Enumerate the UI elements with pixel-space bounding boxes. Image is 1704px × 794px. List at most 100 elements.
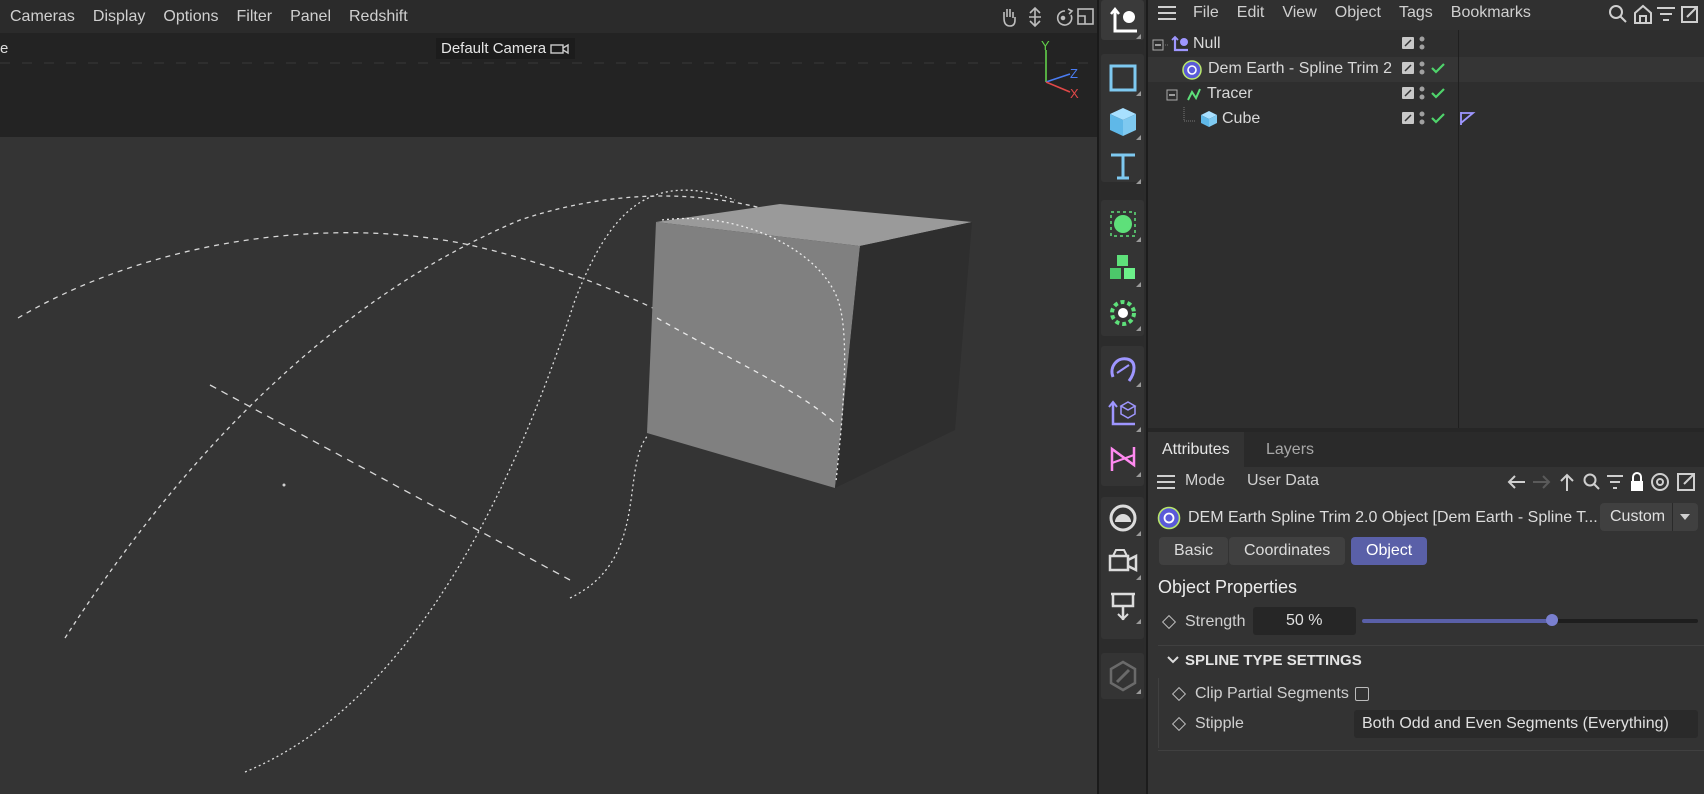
attribute-manager-tabs: Attributes Layers [1148,432,1704,467]
cube-mesh[interactable] [647,204,972,488]
text-t-icon [1110,153,1135,179]
menu-file[interactable]: File [1184,4,1228,22]
environment-tool[interactable] [1102,497,1143,538]
chevron-down-icon [1680,514,1690,520]
strength-value: 50 % [1286,612,1323,629]
cube-tool[interactable] [1102,101,1143,142]
spline-edit-tool[interactable] [1102,438,1143,479]
tab-object[interactable]: Object [1351,537,1428,565]
spline-edit-icon [1110,446,1135,471]
clip-partial-checkbox[interactable] [1355,687,1369,701]
menu-object[interactable]: Object [1326,4,1390,22]
rectangle-spline-icon [1109,64,1136,91]
filter-icon[interactable] [1607,475,1623,489]
object-status-column [1402,36,1476,125]
effector-gear-icon [1109,299,1136,326]
effector-tool[interactable] [1102,292,1143,333]
cloner-cubes-icon [1109,254,1135,279]
object-name[interactable]: Null [1193,35,1221,53]
search-icon[interactable] [1583,473,1600,490]
attributes-nav-tools [1507,472,1695,491]
back-arrow-icon[interactable] [1507,475,1525,489]
camera-tool[interactable] [1102,541,1143,582]
tab-basic[interactable]: Basic [1159,537,1229,565]
tag-icon[interactable] [1460,112,1476,125]
object-axis-tool[interactable] [1102,393,1143,434]
text-tool[interactable] [1102,145,1143,186]
object-name[interactable]: Cube [1222,110,1260,128]
home-icon[interactable] [1634,4,1652,24]
axis-tool-icon [1109,6,1137,32]
clip-partial-label: Clip Partial Segments [1195,685,1349,702]
floor-icon [1110,592,1135,620]
visibility-dots-icon[interactable] [1419,36,1425,125]
expand-collapse-icon[interactable] [1166,86,1180,104]
pencil-hexagon-icon [1109,660,1136,691]
object-title: DEM Earth Spline Trim 2.0 Object [Dem Ea… [1188,509,1598,526]
null-object-icon [1107,399,1137,425]
object-name[interactable]: Tracer [1207,85,1253,103]
strength-slider-handle[interactable] [1545,614,1558,626]
spline-curve-c [209,384,571,581]
object-list[interactable]: Null Dem Earth - Spline Trim 2 Tracer Cu… [1148,30,1704,428]
chevron-down-icon[interactable] [1166,654,1180,666]
tracer-curve-tail [569,434,649,599]
section-title: Object Properties [1158,577,1298,597]
preset-dropdown[interactable]: Custom [1600,503,1698,531]
stipple-label: Stipple [1195,715,1244,732]
tool-palette [1099,0,1146,794]
dem-earth-object-icon [1157,506,1181,530]
strength-label: Strength [1185,613,1246,630]
tab-coordinates[interactable]: Coordinates [1229,537,1346,565]
menu-user-data[interactable]: User Data [1247,472,1319,490]
viewport[interactable]: Cameras Display Options Filter Panel Red… [0,0,1097,794]
menu-edit[interactable]: Edit [1228,4,1274,22]
sky-environment-icon [1109,504,1136,531]
strength-input[interactable]: 50 % [1253,607,1356,635]
layer-edit-icon[interactable] [1402,37,1414,124]
generator-tool[interactable] [1102,203,1143,244]
search-icon[interactable] [1609,5,1627,23]
lock-icon[interactable] [1631,472,1643,491]
spline-rectangle-tool[interactable] [1102,57,1143,98]
object-manager-tools [1609,4,1698,24]
dem-earth-object-icon [1182,60,1202,80]
strength-slider-track[interactable] [1362,614,1698,626]
menu-mode[interactable]: Mode [1185,472,1225,490]
cloner-tool[interactable] [1102,248,1143,289]
camera-object-icon [1108,548,1137,572]
deformer-icon [1110,356,1135,382]
scene-point [282,483,286,487]
up-arrow-icon[interactable] [1560,473,1574,491]
attributes-hamburger-icon[interactable] [1155,472,1177,492]
target-icon[interactable] [1651,473,1669,491]
edit-render-tool[interactable] [1102,655,1143,696]
tab-attributes[interactable]: Attributes [1148,432,1244,467]
tracer-spline-icon [1187,88,1201,101]
stipple-dropdown[interactable]: Both Odd and Even Segments (Everything) [1354,710,1698,738]
object-list-column-divider [1458,30,1459,428]
group-title[interactable]: SPLINE TYPE SETTINGS [1185,652,1362,669]
strength-slider-fill [1362,619,1552,623]
pop-out-icon[interactable] [1681,6,1698,23]
deformer-tool[interactable] [1102,348,1143,389]
coordinate-system-tool[interactable] [1102,0,1143,41]
enabled-check-icon[interactable] [1431,63,1445,124]
scene-canvas [17,189,972,773]
menu-bookmarks[interactable]: Bookmarks [1442,4,1540,22]
tab-layers[interactable]: Layers [1252,432,1328,467]
cube-icon [1109,107,1136,136]
filter-icon[interactable] [1657,7,1675,21]
stipple-value: Both Odd and Even Segments (Everything) [1362,715,1669,732]
hierarchy-line [1183,107,1196,122]
floor-tool[interactable] [1102,585,1143,626]
menu-tags[interactable]: Tags [1390,4,1442,22]
menu-view[interactable]: View [1273,4,1325,22]
null-object-icon [1171,35,1188,52]
generator-sphere-icon [1109,210,1136,237]
object-name[interactable]: Dem Earth - Spline Trim 2 [1208,60,1392,78]
forward-arrow-icon[interactable] [1533,475,1551,489]
hamburger-menu-icon[interactable] [1156,3,1178,23]
cube-icon [1201,111,1217,127]
pop-out-icon[interactable] [1677,473,1695,491]
